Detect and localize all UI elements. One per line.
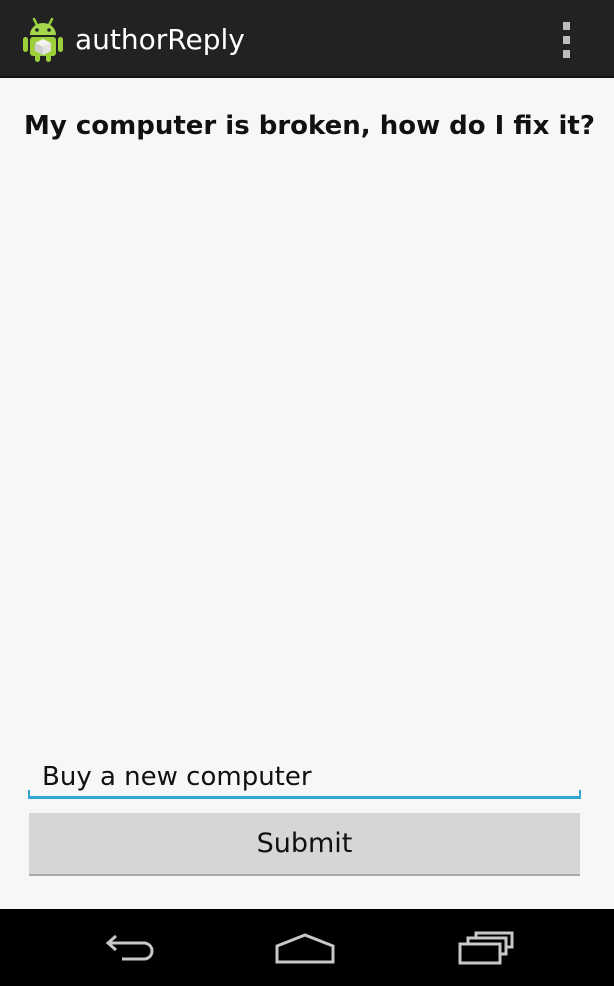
answer-input-underline-left (28, 790, 30, 798)
overflow-menu-icon[interactable] (552, 20, 580, 60)
android-robot-icon[interactable] (22, 15, 64, 63)
answer-input-underline-right (579, 790, 581, 798)
home-icon[interactable] (265, 923, 345, 973)
submit-button[interactable]: Submit (29, 813, 580, 876)
app-title: authorReply (75, 23, 245, 56)
back-icon[interactable] (86, 923, 166, 973)
navigation-bar (0, 909, 614, 986)
question-text: My computer is broken, how do I fix it? (24, 111, 595, 141)
action-bar: authorReply (0, 0, 614, 78)
answer-input[interactable] (28, 754, 580, 800)
answer-input-underline (28, 796, 581, 799)
app-screen: authorReply My computer is broken, how d… (0, 0, 614, 986)
recent-apps-icon[interactable] (446, 923, 526, 973)
